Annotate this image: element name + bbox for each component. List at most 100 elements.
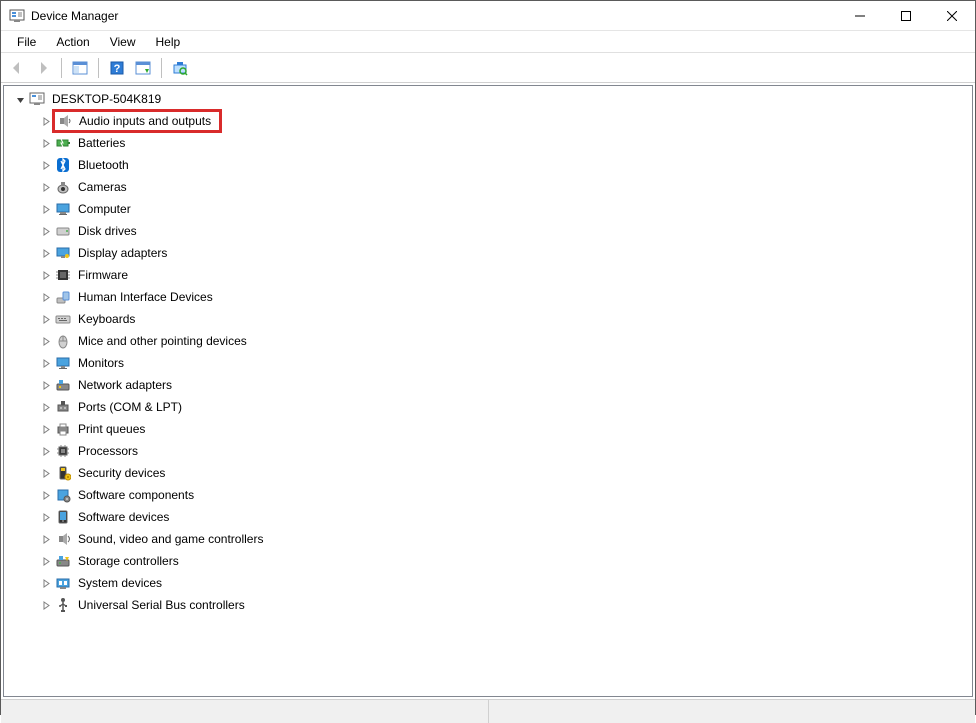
tree-category-node[interactable]: Keyboards <box>4 308 972 330</box>
annotation-highlight: Audio inputs and outputs <box>52 109 222 133</box>
action-button[interactable] <box>131 56 155 80</box>
tree-category-label: Security devices <box>76 465 167 481</box>
tree-category-node[interactable]: Monitors <box>4 352 972 374</box>
status-pane <box>489 700 976 723</box>
expander-closed-icon[interactable] <box>40 225 52 237</box>
console-tree-button[interactable] <box>68 56 92 80</box>
device-tree[interactable]: DESKTOP-504K819 Audio inputs and outputs… <box>3 85 973 697</box>
tree-category-node[interactable]: Sound, video and game controllers <box>4 528 972 550</box>
monitor-icon <box>54 354 72 372</box>
tree-category-label: Human Interface Devices <box>76 289 215 305</box>
expander-closed-icon[interactable] <box>40 247 52 259</box>
tree-category-node[interactable]: Software devices <box>4 506 972 528</box>
menubar: File Action View Help <box>1 31 975 53</box>
port-icon <box>54 398 72 416</box>
tree-category-node[interactable]: Human Interface Devices <box>4 286 972 308</box>
tree-category-node[interactable]: Display adapters <box>4 242 972 264</box>
tree-category-node[interactable]: Security devices <box>4 462 972 484</box>
tree-category-label: Network adapters <box>76 377 174 393</box>
tree-category-node[interactable]: Audio inputs and outputs <box>4 110 972 132</box>
tree-category-label: Display adapters <box>76 245 169 261</box>
forward-button[interactable] <box>31 56 55 80</box>
statusbar <box>1 699 975 723</box>
menu-view[interactable]: View <box>100 33 146 51</box>
speaker-icon <box>55 112 73 130</box>
minimize-button[interactable] <box>837 1 883 31</box>
tree-root-node[interactable]: DESKTOP-504K819 <box>4 88 972 110</box>
tree-category-node[interactable]: Cameras <box>4 176 972 198</box>
expander-closed-icon[interactable] <box>40 379 52 391</box>
tree-category-node[interactable]: Software components <box>4 484 972 506</box>
usb-icon <box>54 596 72 614</box>
tree-category-label: Disk drives <box>76 223 139 239</box>
tree-category-label: Computer <box>76 201 133 217</box>
app-icon <box>9 8 25 24</box>
menu-file[interactable]: File <box>7 33 46 51</box>
maximize-button[interactable] <box>883 1 929 31</box>
tree-category-node[interactable]: Mice and other pointing devices <box>4 330 972 352</box>
computer-root-icon <box>28 90 46 108</box>
tree-category-label: Audio inputs and outputs <box>77 113 213 129</box>
expander-closed-icon[interactable] <box>40 335 52 347</box>
expander-closed-icon[interactable] <box>40 159 52 171</box>
toolbar-separator <box>98 58 99 78</box>
tree-category-node[interactable]: System devices <box>4 572 972 594</box>
expander-closed-icon[interactable] <box>40 423 52 435</box>
expander-closed-icon[interactable] <box>40 203 52 215</box>
disk-icon <box>54 222 72 240</box>
expander-closed-icon[interactable] <box>40 269 52 281</box>
expander-closed-icon[interactable] <box>40 511 52 523</box>
expander-closed-icon[interactable] <box>40 533 52 545</box>
tree-category-node[interactable]: Computer <box>4 198 972 220</box>
menu-action[interactable]: Action <box>46 33 99 51</box>
expander-closed-icon[interactable] <box>40 445 52 457</box>
svg-text:?: ? <box>114 63 121 75</box>
swcomp-icon <box>54 486 72 504</box>
expander-closed-icon[interactable] <box>40 181 52 193</box>
tree-category-node[interactable]: Bluetooth <box>4 154 972 176</box>
tree-category-label: Batteries <box>76 135 127 151</box>
expander-closed-icon[interactable] <box>40 291 52 303</box>
tree-category-label: System devices <box>76 575 164 591</box>
cpu-icon <box>54 442 72 460</box>
expander-open-icon[interactable] <box>14 93 26 105</box>
tree-category-label: Keyboards <box>76 311 137 327</box>
expander-closed-icon[interactable] <box>40 599 52 611</box>
back-button[interactable] <box>5 56 29 80</box>
tree-category-node[interactable]: Processors <box>4 440 972 462</box>
tree-category-node[interactable]: Universal Serial Bus controllers <box>4 594 972 616</box>
tree-category-node[interactable]: Network adapters <box>4 374 972 396</box>
tree-category-label: Processors <box>76 443 140 459</box>
expander-closed-icon[interactable] <box>40 137 52 149</box>
tree-category-node[interactable]: Disk drives <box>4 220 972 242</box>
tree-category-node[interactable]: Batteries <box>4 132 972 154</box>
toolbar-separator <box>61 58 62 78</box>
expander-closed-icon[interactable] <box>40 401 52 413</box>
help-button[interactable]: ? <box>105 56 129 80</box>
storage-icon <box>54 552 72 570</box>
expander-closed-icon[interactable] <box>40 555 52 567</box>
expander-closed-icon[interactable] <box>40 467 52 479</box>
expander-closed-icon[interactable] <box>40 313 52 325</box>
battery-icon <box>54 134 72 152</box>
expander-closed-icon[interactable] <box>40 115 52 127</box>
swdev-icon <box>54 508 72 526</box>
camera-icon <box>54 178 72 196</box>
scan-hardware-button[interactable] <box>168 56 192 80</box>
expander-closed-icon[interactable] <box>40 357 52 369</box>
tree-category-label: Ports (COM & LPT) <box>76 399 184 415</box>
hid-icon <box>54 288 72 306</box>
tree-category-node[interactable]: Firmware <box>4 264 972 286</box>
tree-category-node[interactable]: Ports (COM & LPT) <box>4 396 972 418</box>
printer-icon <box>54 420 72 438</box>
network-icon <box>54 376 72 394</box>
tree-category-label: Storage controllers <box>76 553 181 569</box>
tree-category-node[interactable]: Print queues <box>4 418 972 440</box>
toolbar: ? <box>1 53 975 83</box>
expander-closed-icon[interactable] <box>40 489 52 501</box>
expander-closed-icon[interactable] <box>40 577 52 589</box>
tree-category-node[interactable]: Storage controllers <box>4 550 972 572</box>
tree-category-label: Software devices <box>76 509 171 525</box>
menu-help[interactable]: Help <box>146 33 191 51</box>
close-button[interactable] <box>929 1 975 31</box>
